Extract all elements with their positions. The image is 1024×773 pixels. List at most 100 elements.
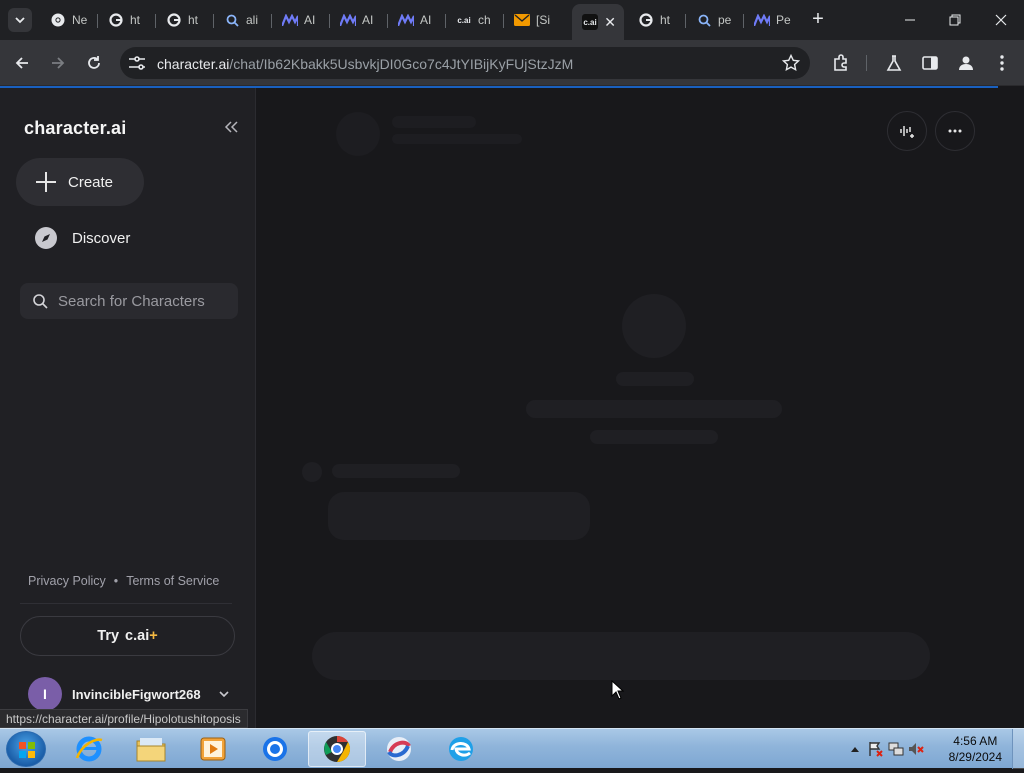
close-icon [995, 14, 1007, 26]
flask-icon [886, 55, 902, 71]
media-player-icon [200, 737, 226, 761]
voice-call-button[interactable] [887, 111, 927, 151]
skeleton-line [392, 116, 476, 128]
site-settings-icon[interactable] [128, 55, 146, 71]
dual-m-logo-icon [754, 12, 770, 28]
taskbar-app-swirl[interactable] [372, 731, 426, 767]
browser-tab[interactable]: AI [330, 6, 388, 34]
browser-tab[interactable]: Pe [744, 6, 802, 34]
search-input[interactable] [58, 292, 228, 310]
taskbar-edge[interactable] [434, 731, 488, 767]
profile-button[interactable] [954, 51, 978, 75]
tab-title: AI [420, 13, 432, 27]
try-cai-plus-button[interactable]: Try c.ai+ [20, 616, 235, 656]
character-search[interactable] [20, 283, 238, 319]
browser-menu-button[interactable] [990, 51, 1014, 75]
puzzle-icon [834, 54, 847, 71]
browser-tab[interactable]: c.ai ch [446, 6, 504, 34]
show-hidden-icons-icon[interactable] [850, 745, 860, 753]
tab-title: AI [362, 13, 374, 27]
cai-plus-brand: c.ai+ [125, 628, 158, 644]
close-tab-icon[interactable]: ✕ [604, 14, 616, 31]
username: InvincibleFigwort268 [72, 686, 201, 702]
bookmark-star-icon[interactable] [782, 54, 800, 72]
network-icon[interactable] [888, 741, 904, 757]
dual-m-logo-icon [340, 12, 356, 28]
tab-title: ht [188, 13, 199, 27]
restore-button[interactable] [941, 8, 969, 32]
chat-options-button[interactable] [935, 111, 975, 151]
browser-tab[interactable]: AI [272, 6, 330, 34]
taskbar-chrome[interactable] [248, 731, 302, 767]
tab-title: ht [660, 13, 671, 27]
tab-title: ht [130, 13, 141, 27]
browser-tab[interactable]: ali [214, 6, 272, 34]
chrome-canary-icon [324, 735, 351, 763]
taskbar-file-explorer[interactable] [124, 731, 178, 767]
search-icon [33, 294, 48, 309]
action-center-flag-icon[interactable] [868, 741, 884, 757]
close-window-button[interactable] [987, 8, 1015, 32]
chevron-down-icon [15, 17, 25, 24]
browser-tab[interactable]: pe [686, 6, 744, 34]
tab-title: ch [478, 13, 491, 27]
browser-tab[interactable]: ht [628, 6, 686, 34]
volume-muted-icon[interactable] [908, 741, 924, 757]
edge-icon [449, 737, 473, 761]
restore-icon [949, 14, 961, 26]
site-logo[interactable]: character.ai [24, 118, 126, 139]
taskbar-internet-explorer[interactable] [62, 731, 116, 767]
browser-tab[interactable]: AI [388, 6, 446, 34]
dual-m-logo-icon [398, 12, 414, 28]
browser-tab[interactable]: Ne [40, 6, 98, 34]
browser-tab[interactable]: [Si [504, 6, 570, 34]
legal-links: Privacy Policy • Terms of Service [28, 574, 219, 588]
browser-tab-active[interactable]: c.ai ✕ [572, 4, 624, 40]
side-panel-button[interactable] [918, 51, 942, 75]
collapse-sidebar-icon[interactable] [222, 118, 240, 136]
sidebar: character.ai Create Discover Privacy Pol… [0, 88, 256, 728]
browser-tab[interactable]: ht [98, 6, 156, 34]
show-desktop-button[interactable] [1012, 729, 1024, 769]
side-panel-icon [922, 56, 938, 70]
skeleton-message [328, 492, 590, 540]
skeleton-line [526, 400, 782, 418]
user-account-menu[interactable]: I InvincibleFigwort268 [28, 676, 238, 712]
back-button[interactable] [10, 51, 34, 75]
start-button[interactable] [6, 731, 46, 767]
reload-button[interactable] [82, 51, 106, 75]
windows-taskbar: 4:56 AM 8/29/2024 [0, 728, 1024, 769]
taskbar-media-player[interactable] [186, 731, 240, 767]
google-icon [108, 12, 124, 28]
extensions-button[interactable] [829, 51, 853, 75]
create-button[interactable]: Create [16, 158, 144, 206]
labs-button[interactable] [882, 51, 906, 75]
browser-tab[interactable]: ht [156, 6, 214, 34]
windows-logo-icon [19, 742, 35, 758]
search-icon [696, 12, 712, 28]
reload-icon [88, 56, 100, 69]
chrome-icon [263, 737, 287, 761]
skeleton-line [590, 430, 718, 444]
try-label: Try [97, 628, 120, 644]
tab-title: AI [304, 13, 316, 27]
terms-of-service-link[interactable]: Terms of Service [126, 574, 219, 588]
skeleton-line [616, 372, 694, 386]
arrow-right-icon [52, 57, 65, 69]
taskbar-chrome-active[interactable] [308, 731, 366, 767]
url-text[interactable]: character.ai/chat/Ib62Kbakk5UsbvkjDI0Gco… [157, 56, 573, 72]
new-tab-button[interactable]: + [808, 9, 828, 30]
cai-icon: c.ai [457, 15, 471, 25]
skeleton-avatar [336, 112, 380, 156]
privacy-policy-link[interactable]: Privacy Policy [28, 574, 106, 588]
minimize-button[interactable] [896, 8, 924, 32]
taskbar-clock[interactable]: 4:56 AM 8/29/2024 [949, 733, 1002, 765]
file-explorer-icon [136, 738, 166, 762]
address-bar[interactable]: character.ai/chat/Ib62Kbakk5UsbvkjDI0Gco… [120, 47, 810, 79]
skeleton-message-input [312, 632, 930, 680]
discover-nav-item[interactable]: Discover [16, 216, 236, 260]
forward-button[interactable] [46, 51, 70, 75]
tab-search-button[interactable] [8, 8, 32, 32]
browser-tab-strip: Ne ht ht ali AI AI AI c.ai ch [Si c.ai ✕… [0, 0, 1024, 40]
mail-icon [514, 12, 530, 28]
